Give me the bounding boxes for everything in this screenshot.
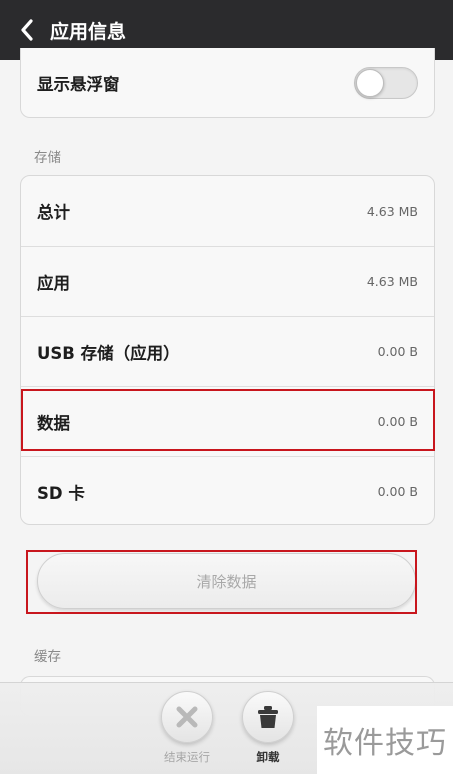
floating-window-toggle[interactable] (354, 67, 418, 99)
force-stop-action[interactable]: 结束运行 (155, 691, 219, 765)
storage-row-sd: SD 卡 0.00 B (21, 456, 434, 526)
floating-window-card: 显示悬浮窗 (20, 48, 435, 118)
storage-sd-value: 0.00 B (377, 484, 418, 499)
storage-section-label: 存储 (34, 150, 61, 166)
storage-card: 总计 4.63 MB 应用 4.63 MB USB 存储（应用） 0.00 B … (20, 175, 435, 525)
cache-section-label: 缓存 (34, 649, 61, 665)
storage-total-value: 4.63 MB (366, 203, 418, 219)
floating-window-label: 显示悬浮窗 (37, 75, 120, 94)
storage-sd-label: SD 卡 (37, 483, 85, 503)
storage-app-label: 应用 (37, 273, 70, 293)
uninstall-action[interactable]: 卸载 (236, 691, 300, 765)
storage-usb-value: 0.00 B (377, 344, 418, 359)
storage-row-total: 总计 4.63 MB (21, 176, 434, 246)
storage-total-label: 总计 (37, 203, 70, 222)
storage-data-label: 数据 (37, 413, 70, 433)
storage-row-usb: USB 存储（应用） 0.00 B (21, 316, 434, 386)
storage-app-value: 4.63 MB (366, 274, 418, 289)
storage-row-app: 应用 4.63 MB (21, 246, 434, 316)
uninstall-label: 卸载 (256, 750, 280, 764)
close-icon (176, 706, 198, 728)
page-title: 应用信息 (50, 20, 127, 43)
storage-usb-label: USB 存储（应用） (37, 343, 180, 363)
force-stop-label: 结束运行 (164, 750, 210, 764)
floating-window-row: 显示悬浮窗 (21, 48, 434, 118)
chevron-left-icon (21, 19, 33, 41)
trash-icon (258, 706, 278, 728)
clear-data-button[interactable]: 清除数据 (37, 553, 416, 609)
toggle-knob (356, 69, 384, 97)
force-stop-button[interactable] (161, 691, 213, 743)
watermark: 软件技巧 (317, 706, 453, 774)
storage-row-data: 数据 0.00 B (21, 386, 434, 456)
uninstall-button[interactable] (242, 691, 294, 743)
storage-data-value: 0.00 B (377, 414, 418, 429)
